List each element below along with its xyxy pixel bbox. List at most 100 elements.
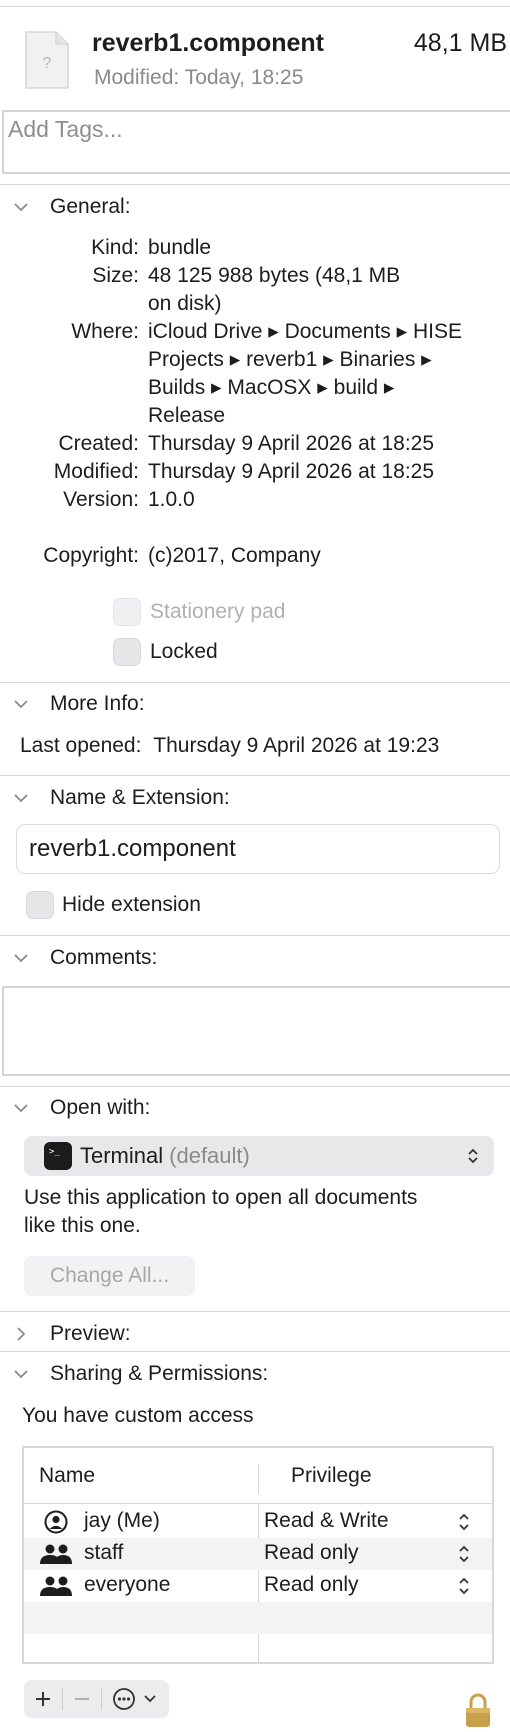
where-value-line2: Projects ▸ reverb1 ▸ Binaries ▸ — [148, 348, 432, 371]
section-open-with-title: Open with: — [50, 1096, 151, 1119]
divider — [0, 935, 510, 936]
modified-row-value: Thursday 9 April 2026 at 18:25 — [148, 460, 435, 483]
modified-label: Modified: — [94, 66, 180, 89]
row-privilege[interactable]: Read & Write — [264, 1509, 389, 1533]
access-text: You have custom access — [22, 1404, 254, 1427]
divider — [0, 1351, 510, 1352]
section-sharing-header[interactable]: Sharing & Permissions: — [12, 1360, 268, 1388]
header-modified: Modified: Today, 18:25 — [94, 66, 303, 90]
kind-label: Kind: — [91, 236, 139, 259]
table-row[interactable]: jay (Me) Read & Write — [24, 1506, 492, 1538]
hide-extension-checkbox[interactable] — [26, 891, 54, 919]
section-open-with-header[interactable]: Open with: — [12, 1094, 150, 1122]
stationery-pad-checkbox[interactable] — [113, 598, 141, 626]
column-separator — [258, 1464, 259, 1494]
updown-chevron-icon[interactable] — [458, 1544, 470, 1564]
chevron-down-icon[interactable] — [12, 1365, 30, 1383]
file-size: 48,1 MB — [413, 29, 507, 57]
divider — [0, 775, 510, 776]
last-opened-value: Thursday 9 April 2026 at 19:23 — [153, 734, 440, 757]
last-opened-label: Last opened: — [20, 734, 142, 757]
divider — [0, 1086, 510, 1087]
size-value: 48 125 988 bytes (48,1 MB — [148, 264, 401, 287]
where-label: Where: — [71, 320, 139, 343]
row-name: jay (Me) — [84, 1509, 160, 1532]
chevron-down-icon[interactable] — [12, 1099, 30, 1117]
section-more-info-title: More Info: — [50, 692, 145, 715]
permissions-table-header: Name Privilege — [24, 1448, 492, 1504]
divider — [0, 184, 510, 185]
add-button[interactable] — [24, 1680, 62, 1718]
stationery-pad-label: Stationery pad — [150, 600, 286, 623]
created-value: Thursday 9 April 2026 at 18:25 — [148, 432, 435, 455]
user-circle-icon — [44, 1510, 68, 1534]
group-icon — [40, 1544, 72, 1564]
remove-button[interactable] — [63, 1680, 101, 1718]
chevron-down-icon[interactable] — [12, 695, 30, 713]
divider — [0, 1311, 510, 1312]
updown-chevron-icon — [468, 1148, 478, 1164]
actions-menu-button[interactable] — [102, 1680, 168, 1718]
locked-checkbox[interactable] — [113, 638, 141, 666]
row-name: staff — [84, 1541, 124, 1564]
svg-text:?: ? — [43, 55, 52, 72]
chevron-right-icon[interactable] — [12, 1325, 30, 1343]
open-with-popup[interactable]: >_ Terminal (default) — [24, 1136, 494, 1176]
updown-chevron-icon[interactable] — [458, 1512, 470, 1532]
size-label: Size: — [92, 264, 139, 287]
section-general-header[interactable]: General: — [12, 193, 131, 221]
row-privilege[interactable]: Read only — [264, 1573, 359, 1597]
column-header-name[interactable]: Name — [39, 1464, 95, 1488]
comments-textarea[interactable] — [4, 988, 510, 1074]
open-with-description-line2: like this one. — [24, 1214, 141, 1237]
open-with-description-line1: Use this application to open all documen… — [24, 1186, 418, 1209]
table-row[interactable]: everyone Read only — [24, 1570, 492, 1602]
section-name-ext-header[interactable]: Name & Extension: — [12, 784, 230, 812]
updown-chevron-icon[interactable] — [458, 1576, 470, 1596]
file-name: reverb1.component — [92, 29, 325, 57]
locked-label: Locked — [150, 640, 218, 663]
section-more-info-header[interactable]: More Info: — [12, 690, 145, 718]
where-value: iCloud Drive ▸ Documents ▸ HISE — [148, 320, 463, 343]
open-with-app-name: Terminal — [80, 1143, 164, 1168]
tags-input[interactable] — [4, 112, 510, 147]
where-value-line4: Release — [148, 404, 226, 427]
lock-icon[interactable] — [464, 1692, 492, 1728]
section-comments-header[interactable]: Comments: — [12, 944, 157, 972]
row-name: everyone — [84, 1573, 171, 1596]
permissions-toolbar — [24, 1680, 169, 1718]
created-label: Created: — [58, 432, 139, 455]
column-header-privilege[interactable]: Privilege — [291, 1464, 372, 1488]
plus-icon — [36, 1692, 50, 1706]
comments-field[interactable] — [2, 986, 510, 1076]
divider — [0, 682, 510, 683]
tags-field[interactable] — [2, 110, 510, 174]
chevron-down-icon[interactable] — [12, 789, 30, 807]
section-name-ext-title: Name & Extension: — [50, 786, 230, 809]
document-icon: ? — [25, 31, 69, 89]
chevron-down-icon[interactable] — [12, 198, 30, 216]
group-icon — [40, 1576, 72, 1596]
where-value-line3: Builds ▸ MacOSX ▸ build ▸ — [148, 376, 395, 399]
copyright-value: (c)2017, Company — [148, 544, 321, 567]
name-extension-input[interactable] — [17, 825, 499, 873]
modified-value: Today, 18:25 — [184, 66, 304, 89]
table-row-empty — [24, 1602, 492, 1634]
minus-icon — [75, 1698, 89, 1700]
section-preview-header[interactable]: Preview: — [12, 1320, 131, 1348]
section-general-title: General: — [50, 195, 131, 218]
last-opened-row: Last opened: Thursday 9 April 2026 at 19… — [20, 732, 439, 760]
name-extension-field[interactable] — [16, 824, 500, 874]
terminal-icon: >_ — [44, 1142, 72, 1170]
table-row[interactable]: staff Read only — [24, 1538, 492, 1570]
section-sharing-title: Sharing & Permissions: — [50, 1362, 269, 1385]
chevron-down-icon[interactable] — [12, 949, 30, 967]
row-privilege[interactable]: Read only — [264, 1541, 359, 1565]
ellipsis-circle-icon — [113, 1688, 135, 1710]
table-row-empty — [24, 1634, 492, 1662]
section-comments-title: Comments: — [50, 946, 158, 969]
version-label: Version: — [63, 488, 139, 511]
section-preview-title: Preview: — [50, 1322, 131, 1345]
top-divider — [0, 6, 510, 7]
change-all-button[interactable]: Change All... — [24, 1256, 195, 1296]
